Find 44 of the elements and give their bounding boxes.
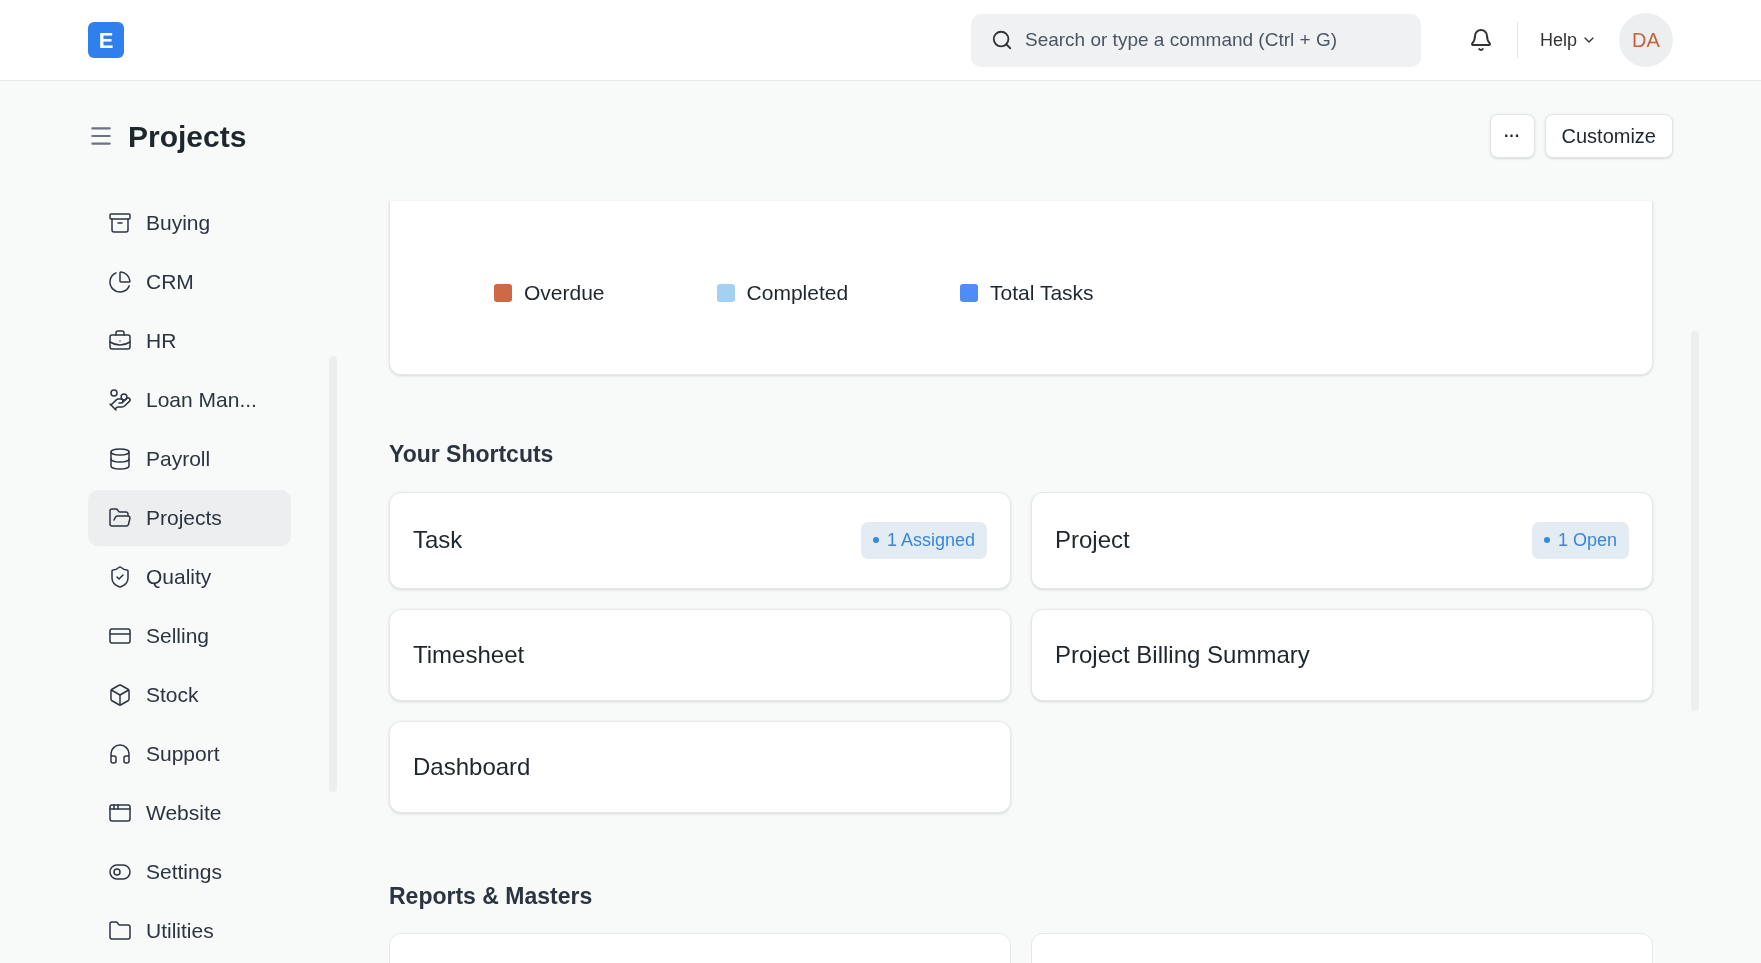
search-icon: [990, 28, 1013, 51]
section-heading: Your Shortcuts: [389, 440, 555, 469]
sidebar-item[interactable]: Buying: [88, 195, 291, 251]
sidebar-item[interactable]: Quality: [88, 549, 291, 605]
shortcut-card[interactable]: Project Billing Summary: [1031, 608, 1653, 701]
shortcut-card[interactable]: Task 1 Assigned: [389, 491, 1011, 589]
sidebar-item[interactable]: Payroll: [88, 431, 291, 487]
sidebar-item[interactable]: Website: [88, 785, 291, 841]
sidebar-item[interactable]: Support: [88, 726, 291, 782]
folder-icon: [108, 506, 132, 530]
shortcut-card[interactable]: Timesheet: [389, 608, 1011, 701]
sidebar-item[interactable]: Loan Man...: [88, 372, 291, 428]
help-menu-button[interactable]: Help: [1539, 26, 1597, 54]
sidebar-item[interactable]: CRM: [88, 254, 291, 310]
sidebar-item[interactable]: Stock: [88, 667, 291, 723]
badge-label: 1 Open: [1557, 528, 1617, 552]
pie-chart-icon: [108, 270, 132, 294]
search-field[interactable]: Search or type a command (Ctrl + G): [970, 13, 1421, 67]
shortcut-card[interactable]: Project 1 Open: [1031, 491, 1653, 589]
database-icon: [108, 447, 132, 471]
sidebar-item[interactable]: HR: [88, 313, 291, 369]
shortcut-card[interactable]: Dashboard: [389, 720, 1011, 813]
briefcase-icon: [108, 329, 132, 353]
sidebar-item[interactable]: Selling: [88, 608, 291, 664]
sidebar-item[interactable]: Settings: [88, 844, 291, 900]
more-options-button[interactable]: ···: [1489, 114, 1535, 158]
legend-label: Total Tasks: [990, 279, 1094, 306]
badge-label: 1 Assigned: [886, 528, 975, 552]
section-heading: Reports & Masters: [389, 881, 594, 911]
sidebar-item[interactable]: Projects: [88, 490, 291, 546]
hand-coins-icon: [108, 388, 132, 412]
browser-window-icon: [108, 801, 132, 825]
folder-icon: [108, 919, 132, 943]
shield-check-icon: [108, 565, 132, 589]
notification-bell-icon[interactable]: [1468, 28, 1493, 52]
app-logo[interactable]: E: [88, 22, 124, 58]
archive-icon: [108, 211, 132, 235]
customize-button[interactable]: Customize: [1544, 114, 1673, 158]
box-icon: [108, 683, 132, 707]
legend-label: Overdue: [524, 279, 605, 306]
headset-icon: [108, 742, 132, 766]
sidebar-item[interactable]: Utilities: [88, 903, 291, 959]
legend-label: Completed: [746, 279, 849, 306]
page-title: Projects: [128, 118, 247, 155]
